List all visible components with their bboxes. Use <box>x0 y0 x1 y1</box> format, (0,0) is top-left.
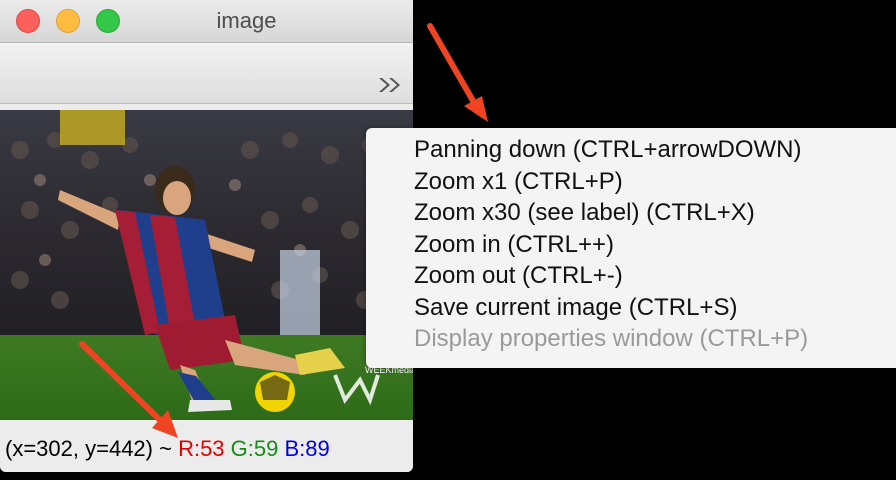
context-menu-item[interactable]: Zoom x1 (CTRL+P) <box>366 166 896 198</box>
context-menu-list: Panning down (CTRL+arrowDOWN) Zoom x1 (CT… <box>366 128 896 355</box>
green-value: G:59 <box>230 436 279 461</box>
context-menu-item[interactable]: Zoom in (CTRL++) <box>366 229 896 261</box>
status-bar: (x=302, y=442) ~ R:53 G:59 B:89 <box>0 420 413 472</box>
window-title: image <box>216 8 277 33</box>
context-menu-item[interactable]: Zoom x30 (see label) (CTRL+X) <box>366 197 896 229</box>
annotation-arrow-icon <box>79 341 178 438</box>
double-chevron-right-icon[interactable] <box>377 75 403 95</box>
context-menu-item[interactable]: Panning down (CTRL+arrowDOWN) <box>366 134 896 166</box>
toolbar <box>0 43 413 104</box>
context-menu: Panning down (CTRL+arrowDOWN) Zoom x1 (CT… <box>366 128 896 368</box>
title-bar[interactable]: image <box>0 0 413 43</box>
context-menu-item[interactable]: Save current image (CTRL+S) <box>366 292 896 324</box>
annotation-arrow-icon <box>427 23 488 122</box>
image-window: image WEEKmedia (x=302, y=442) ~ R:53 G:… <box>0 0 413 472</box>
context-menu-item: Display properties window (CTRL+P) <box>414 325 809 352</box>
football-photo: WEEKmedia <box>0 110 413 420</box>
blue-value: B:89 <box>284 436 330 461</box>
image-canvas[interactable]: WEEKmedia <box>0 110 413 420</box>
context-menu-item[interactable]: Zoom out (CTRL+-) <box>366 260 896 292</box>
